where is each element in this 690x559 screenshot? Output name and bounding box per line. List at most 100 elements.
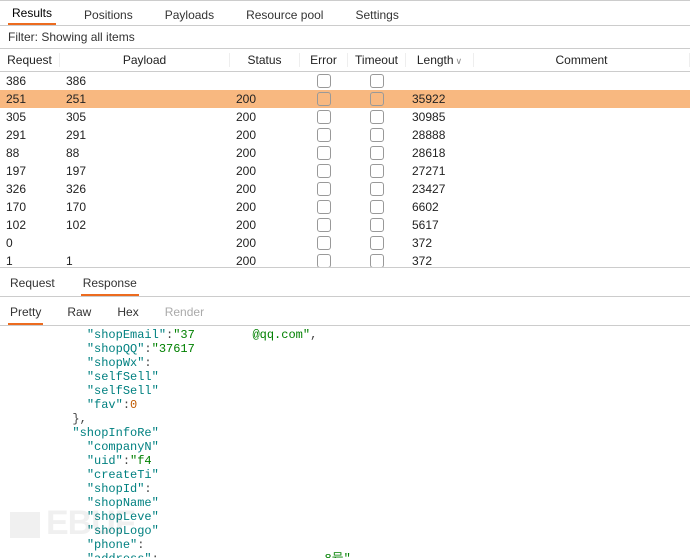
view-hex[interactable]: Hex (115, 303, 140, 325)
table-row[interactable]: 0200372 (0, 234, 690, 252)
filter-bar[interactable]: Filter: Showing all items (0, 26, 690, 49)
cell-request: 386 (0, 74, 60, 88)
tab-request[interactable]: Request (8, 274, 57, 296)
cell-status: 200 (230, 236, 300, 250)
checkbox-icon (370, 110, 384, 124)
checkbox-icon (370, 128, 384, 142)
cell-timeout (348, 200, 406, 215)
tab-settings[interactable]: Settings (351, 4, 402, 25)
cell-payload: 326 (60, 182, 230, 196)
cell-length: 30985 (406, 110, 474, 124)
cell-request: 170 (0, 200, 60, 214)
cell-request: 326 (0, 182, 60, 196)
checkbox-icon (370, 200, 384, 214)
table-row[interactable]: 386386 (0, 72, 690, 90)
response-body[interactable]: "shopEmail":"37 @qq.com", "shopQQ":"3761… (0, 326, 690, 558)
table-row[interactable]: 1701702006602 (0, 198, 690, 216)
checkbox-icon (317, 146, 331, 160)
cell-timeout (348, 236, 406, 251)
cell-error (300, 92, 348, 107)
col-payload[interactable]: Payload (60, 53, 230, 67)
col-error[interactable]: Error (300, 53, 348, 67)
checkbox-icon (370, 146, 384, 160)
cell-status: 200 (230, 200, 300, 214)
cell-timeout (348, 146, 406, 161)
cell-status: 200 (230, 110, 300, 124)
cell-request: 102 (0, 218, 60, 232)
cell-error (300, 182, 348, 197)
message-tabs: Request Response (0, 268, 690, 297)
cell-payload: 386 (60, 74, 230, 88)
table-row[interactable]: 19719720027271 (0, 162, 690, 180)
view-tabs: Pretty Raw Hex Render (0, 297, 690, 326)
checkbox-icon (370, 236, 384, 250)
checkbox-icon (370, 74, 384, 88)
cell-request: 291 (0, 128, 60, 142)
cell-request: 305 (0, 110, 60, 124)
cell-length: 372 (406, 236, 474, 250)
cell-request: 251 (0, 92, 60, 106)
table-header: Request Payload Status Error Timeout Len… (0, 49, 690, 72)
cell-length: 35922 (406, 92, 474, 106)
table-row[interactable]: 25125120035922 (0, 90, 690, 108)
col-status[interactable]: Status (230, 53, 300, 67)
cell-status: 200 (230, 182, 300, 196)
tab-results[interactable]: Results (8, 2, 56, 25)
cell-length: 28618 (406, 146, 474, 160)
cell-error (300, 146, 348, 161)
cell-error (300, 236, 348, 251)
checkbox-icon (317, 218, 331, 232)
cell-payload: 251 (60, 92, 230, 106)
cell-length: 28888 (406, 128, 474, 142)
col-length[interactable]: Length∨ (406, 53, 474, 67)
cell-request: 197 (0, 164, 60, 178)
cell-error (300, 74, 348, 89)
cell-status: 200 (230, 218, 300, 232)
table-row[interactable]: 888820028618 (0, 144, 690, 162)
checkbox-icon (370, 218, 384, 232)
cell-timeout (348, 164, 406, 179)
table-row[interactable]: 30530520030985 (0, 108, 690, 126)
cell-error (300, 128, 348, 143)
cell-error (300, 254, 348, 268)
tab-positions[interactable]: Positions (80, 4, 137, 25)
table-row[interactable]: 29129120028888 (0, 126, 690, 144)
table-row[interactable]: 32632620023427 (0, 180, 690, 198)
cell-timeout (348, 254, 406, 268)
view-render[interactable]: Render (163, 303, 206, 325)
checkbox-icon (317, 254, 331, 268)
cell-length: 372 (406, 254, 474, 268)
checkbox-icon (370, 92, 384, 106)
table-body: 3863862512512003592230530520030985291291… (0, 72, 690, 268)
checkbox-icon (317, 92, 331, 106)
col-length-label: Length (417, 53, 454, 67)
view-raw[interactable]: Raw (65, 303, 93, 325)
cell-status: 200 (230, 92, 300, 106)
cell-payload: 88 (60, 146, 230, 160)
checkbox-icon (317, 74, 331, 88)
cell-payload: 305 (60, 110, 230, 124)
tab-payloads[interactable]: Payloads (161, 4, 218, 25)
table-row[interactable]: 1021022005617 (0, 216, 690, 234)
cell-error (300, 164, 348, 179)
cell-timeout (348, 182, 406, 197)
checkbox-icon (317, 128, 331, 142)
cell-length: 27271 (406, 164, 474, 178)
sort-desc-icon: ∨ (456, 56, 463, 66)
col-request[interactable]: Request (0, 53, 60, 67)
view-pretty[interactable]: Pretty (8, 303, 43, 325)
cell-timeout (348, 74, 406, 89)
cell-error (300, 110, 348, 125)
table-row[interactable]: 11200372 (0, 252, 690, 268)
cell-status: 200 (230, 146, 300, 160)
cell-status: 200 (230, 128, 300, 142)
col-timeout[interactable]: Timeout (348, 53, 406, 67)
cell-payload: 291 (60, 128, 230, 142)
cell-status: 200 (230, 254, 300, 268)
cell-timeout (348, 92, 406, 107)
cell-payload: 170 (60, 200, 230, 214)
tab-resource-pool[interactable]: Resource pool (242, 4, 327, 25)
tab-response[interactable]: Response (81, 274, 139, 296)
cell-payload: 197 (60, 164, 230, 178)
col-comment[interactable]: Comment (474, 53, 690, 67)
